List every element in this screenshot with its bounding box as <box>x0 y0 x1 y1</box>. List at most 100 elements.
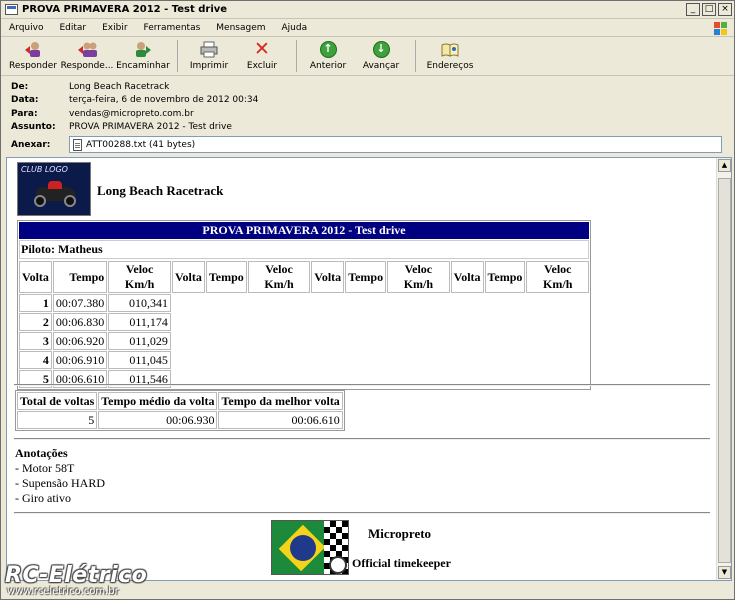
col-header: Tempo <box>52 261 108 293</box>
window-title: PROVA PRIMAVERA 2012 - Test drive <box>22 4 228 15</box>
club-logo: CLUB LOGO <box>17 162 91 216</box>
col-header: Veloc Km/h <box>247 261 311 293</box>
col-header: Tempo <box>484 261 526 293</box>
subject-value: PROVA PRIMAVERA 2012 - Test drive <box>69 122 232 133</box>
divider <box>14 384 710 386</box>
col-header: Volta <box>171 261 205 293</box>
scroll-down-button[interactable]: ▼ <box>718 566 731 579</box>
summary-total: 5 <box>17 411 98 429</box>
toolbar: Responder Responde... Encaminhar Imprimi… <box>1 38 734 76</box>
note-item: - Supensão HARD <box>15 476 105 490</box>
forward-icon <box>133 41 153 58</box>
scroll-thumb[interactable] <box>718 178 731 563</box>
arrow-down-icon: ↓ <box>372 41 390 58</box>
col-header: Volta <box>450 261 484 293</box>
date-value: terça-feira, 6 de novembro de 2012 00:34 <box>69 95 259 106</box>
title-bar: PROVA PRIMAVERA 2012 - Test drive _ □ × <box>1 1 734 19</box>
attach-label: Anexar: <box>11 139 51 150</box>
delete-x-icon: ✕ <box>254 38 270 60</box>
reply-all-icon <box>77 41 97 58</box>
summary-table: Total de voltas Tempo médio da volta Tem… <box>15 390 345 431</box>
summary-header-best: Tempo da melhor volta <box>218 392 343 410</box>
menu-ferramentas[interactable]: Ferramentas <box>136 23 209 33</box>
table-row: 2 00:06.830 011,174 <box>19 313 589 331</box>
to-value: vendas@micropreto.com.br <box>69 108 194 119</box>
club-logo-text: CLUB LOGO <box>21 165 68 174</box>
from-value: Long Beach Racetrack <box>69 81 170 92</box>
summary-header-total: Total de voltas <box>17 392 98 410</box>
arrow-up-icon: ↑ <box>319 41 337 58</box>
note-item: - Giro ativo <box>15 491 71 505</box>
col-header: Volta <box>311 261 345 293</box>
subject-label: Assunto: <box>11 122 56 133</box>
watermark-brand: RC-Elétrico <box>5 563 148 588</box>
reply-icon <box>23 41 43 58</box>
forward-button[interactable]: Encaminhar <box>115 38 171 74</box>
reply-button[interactable]: Responder <box>7 38 59 74</box>
menu-ajuda[interactable]: Ajuda <box>274 23 316 33</box>
toolbar-separator <box>415 40 416 72</box>
footer-subtitle: Official timekeeper <box>352 556 451 570</box>
footer-title: Micropreto <box>368 526 432 541</box>
menu-mensagem[interactable]: Mensagem <box>208 23 273 33</box>
message-header: De: Long Beach Racetrack Data: terça-feira… <box>11 80 726 153</box>
track-name: Long Beach Racetrack <box>97 183 224 198</box>
stopwatch-icon <box>329 556 347 574</box>
col-header: Tempo <box>205 261 247 293</box>
laps-table: Volta Tempo Veloc Km/h Volta Tempo Veloc… <box>18 260 590 389</box>
watermark-url: www.rceletrico.com.br <box>7 586 119 597</box>
notes-title: Anotações <box>15 446 68 460</box>
reply-all-button[interactable]: Responde... <box>59 38 115 74</box>
mail-app-icon <box>5 4 18 15</box>
micropreto-logo-image <box>271 520 349 575</box>
scroll-up-button[interactable]: ▲ <box>718 159 731 172</box>
table-row: 4 00:06.910 011,045 <box>19 351 589 369</box>
notes-section: Anotações - Motor 58T - Supensão HARD - … <box>15 446 105 506</box>
maximize-button[interactable]: □ <box>702 3 716 16</box>
minimize-button[interactable]: _ <box>686 3 700 16</box>
menu-editar[interactable]: Editar <box>51 23 94 33</box>
attachment-name[interactable]: ATT00288.txt (41 bytes) <box>86 140 195 150</box>
summary-avg: 00:06.930 <box>98 411 218 429</box>
col-header: Veloc Km/h <box>387 261 450 293</box>
brazil-flag-globe <box>290 535 316 561</box>
col-header: Veloc Km/h <box>108 261 171 293</box>
car-wheel <box>34 195 46 207</box>
event-title: PROVA PRIMAVERA 2012 - Test drive <box>19 222 589 239</box>
menu-exibir[interactable]: Exibir <box>94 23 135 33</box>
date-label: Data: <box>11 95 39 106</box>
printer-icon <box>199 41 219 58</box>
message-body[interactable]: CLUB LOGO Long Beach Racetrack PROVA PRI… <box>6 157 732 581</box>
table-row: 3 00:06.920 011,029 <box>19 332 589 350</box>
col-header: Tempo <box>345 261 387 293</box>
table-row: 1 00:07.380 010,341 <box>19 294 589 312</box>
delete-button[interactable]: ✕ Excluir <box>234 38 290 74</box>
menu-bar: Arquivo Editar Exibir Ferramentas Mensag… <box>1 20 734 37</box>
text-file-icon <box>73 138 82 151</box>
toolbar-separator <box>177 40 178 72</box>
summary-header-avg: Tempo médio da volta <box>98 392 218 410</box>
summary-best: 00:06.610 <box>218 411 343 429</box>
attachment-field[interactable]: ATT00288.txt (41 bytes) <box>69 136 722 153</box>
next-button[interactable]: ↓ Avançar <box>353 38 409 74</box>
previous-button[interactable]: ↑ Anterior <box>303 38 353 74</box>
windows-flag-icon <box>712 21 728 35</box>
address-book-icon <box>440 41 460 58</box>
menu-arquivo[interactable]: Arquivo <box>1 23 51 33</box>
print-button[interactable]: Imprimir <box>184 38 234 74</box>
note-item: - Motor 58T <box>15 461 75 475</box>
vertical-scrollbar[interactable]: ▲ ▼ <box>716 158 731 580</box>
car-wheel <box>64 195 76 207</box>
toolbar-separator <box>296 40 297 72</box>
col-header: Volta <box>19 261 52 293</box>
mail-window: PROVA PRIMAVERA 2012 - Test drive _ □ × … <box>0 0 735 600</box>
lap-results-table: PROVA PRIMAVERA 2012 - Test drive Piloto… <box>17 220 591 390</box>
divider <box>14 512 710 514</box>
from-label: De: <box>11 81 29 92</box>
col-header: Veloc Km/h <box>526 261 589 293</box>
close-button[interactable]: × <box>718 3 732 16</box>
pilot-name: Piloto: Matheus <box>19 240 589 259</box>
divider <box>14 438 710 440</box>
to-label: Para: <box>11 108 38 119</box>
addresses-button[interactable]: Endereços <box>422 38 478 74</box>
